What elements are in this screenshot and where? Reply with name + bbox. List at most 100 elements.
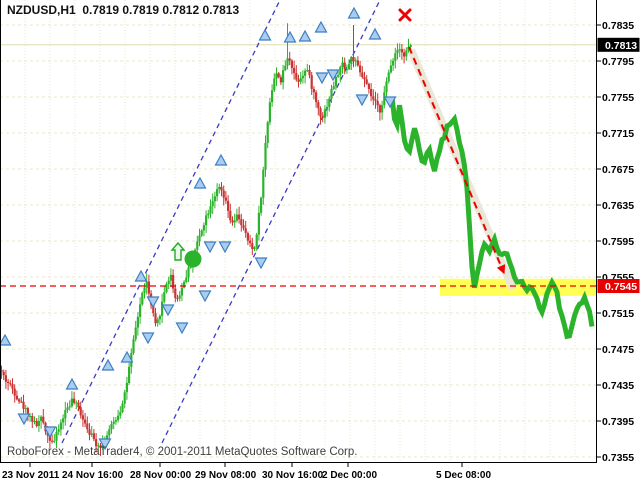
candle-body — [368, 84, 370, 89]
candle-body — [300, 78, 302, 82]
candle-body — [22, 402, 24, 409]
candle-body — [201, 231, 203, 236]
price-axis-label: 0.7755 — [602, 92, 634, 104]
candle-body — [209, 206, 211, 213]
candle-body — [315, 92, 317, 102]
candle-body — [242, 225, 244, 228]
candle-body — [93, 433, 95, 439]
candle-body — [381, 105, 383, 112]
fractal-down-icon — [220, 242, 231, 252]
candle-body — [135, 328, 137, 340]
candle-body — [18, 399, 20, 401]
candle-body — [328, 99, 330, 107]
candle-body — [357, 60, 359, 65]
candle-body — [324, 110, 326, 118]
candle-body — [280, 77, 282, 82]
fractal-down-icon — [143, 333, 154, 343]
candle-body — [229, 211, 231, 221]
candle-body — [137, 317, 139, 328]
candle-body — [379, 105, 381, 112]
fractal-up-icon — [136, 271, 147, 281]
price-axis[interactable]: 0.78350.77950.77550.77150.76750.76350.75… — [596, 20, 634, 464]
candle-body — [251, 243, 253, 249]
fractal-up-icon — [0, 335, 11, 345]
candle-body — [227, 201, 229, 211]
candle-body — [207, 214, 209, 216]
candle-body — [269, 102, 271, 122]
candle-body — [148, 282, 150, 294]
candle-body — [306, 70, 308, 71]
candle-body — [348, 64, 350, 69]
candle-body — [326, 107, 328, 110]
price-axis-label: 0.7715 — [602, 128, 634, 140]
candle-body — [339, 67, 341, 75]
candle-body — [126, 383, 128, 392]
candle-body — [198, 235, 200, 241]
candle-body — [304, 71, 306, 76]
candle-body — [40, 417, 42, 421]
candle-body — [179, 296, 181, 299]
candle-body — [73, 399, 75, 403]
candle-body — [225, 198, 227, 201]
candle-body — [113, 422, 115, 424]
candle-body — [260, 198, 262, 213]
fractal-down-icon — [177, 323, 188, 333]
candle-body — [25, 408, 27, 409]
candle-body — [275, 73, 277, 78]
candle-body — [55, 432, 57, 441]
fractal-down-icon — [205, 242, 216, 252]
candle-body — [119, 412, 121, 416]
candle-body — [350, 57, 352, 64]
candle-body — [216, 189, 218, 196]
candle-body — [289, 58, 291, 60]
candle-body — [394, 53, 396, 60]
candle-body — [249, 241, 251, 244]
candle-body — [91, 433, 93, 434]
date-axis-label: 23 Nov 2011 — [2, 470, 60, 480]
candle-body — [335, 77, 337, 86]
candle-body — [297, 80, 299, 82]
candle-body — [181, 288, 183, 296]
fractal-up-icon — [300, 31, 311, 41]
price-axis-label: 0.7675 — [602, 164, 634, 176]
candle-body — [108, 429, 110, 435]
candle-body — [214, 196, 216, 201]
candle-body — [295, 73, 297, 80]
mt4-chart-window: NZDUSD,H1 0.7819 0.7819 0.7812 0.7813 0.… — [0, 0, 640, 480]
date-axis-label: 2 Dec 00:00 — [322, 470, 377, 480]
candle-body — [64, 410, 66, 419]
candle-body — [262, 170, 264, 198]
candle-body — [337, 75, 339, 77]
candle-body — [170, 275, 172, 281]
candle-body — [240, 219, 242, 225]
time-axis[interactable]: 23 Nov 201124 Nov 16:0028 Nov 00:0029 No… — [2, 463, 491, 480]
chart-plot-svg[interactable]: 0.78350.77950.77550.77150.76750.76350.75… — [0, 0, 640, 480]
candle-body — [267, 122, 269, 142]
candle-body — [185, 278, 187, 282]
chart-canvas[interactable]: 0.78350.77950.77550.77150.76750.76350.75… — [0, 0, 640, 480]
candle-body — [60, 423, 62, 430]
price-axis-label: 0.7835 — [602, 20, 634, 32]
candle-body — [154, 313, 156, 323]
candle-body — [253, 247, 255, 249]
candle-body — [187, 268, 189, 278]
candle-body — [370, 89, 372, 96]
fractal-up-icon — [195, 178, 206, 188]
candle-body — [388, 72, 390, 81]
candle-body — [284, 66, 286, 70]
candle-body — [84, 420, 86, 424]
candle-body — [396, 50, 398, 53]
candle-body — [341, 63, 343, 67]
candle-body — [62, 418, 64, 422]
price-axis-label: 0.7795 — [602, 56, 634, 68]
entry-point-dot — [185, 251, 202, 268]
candle-body — [33, 421, 35, 422]
candle-body — [352, 57, 354, 61]
candle-body — [146, 282, 148, 288]
candle-body — [218, 187, 220, 189]
candle-body — [14, 389, 16, 396]
candle-body — [385, 82, 387, 93]
fractal-up-icon — [285, 32, 296, 42]
price-axis-label: 0.7355 — [602, 452, 634, 464]
candle-body — [36, 421, 38, 426]
